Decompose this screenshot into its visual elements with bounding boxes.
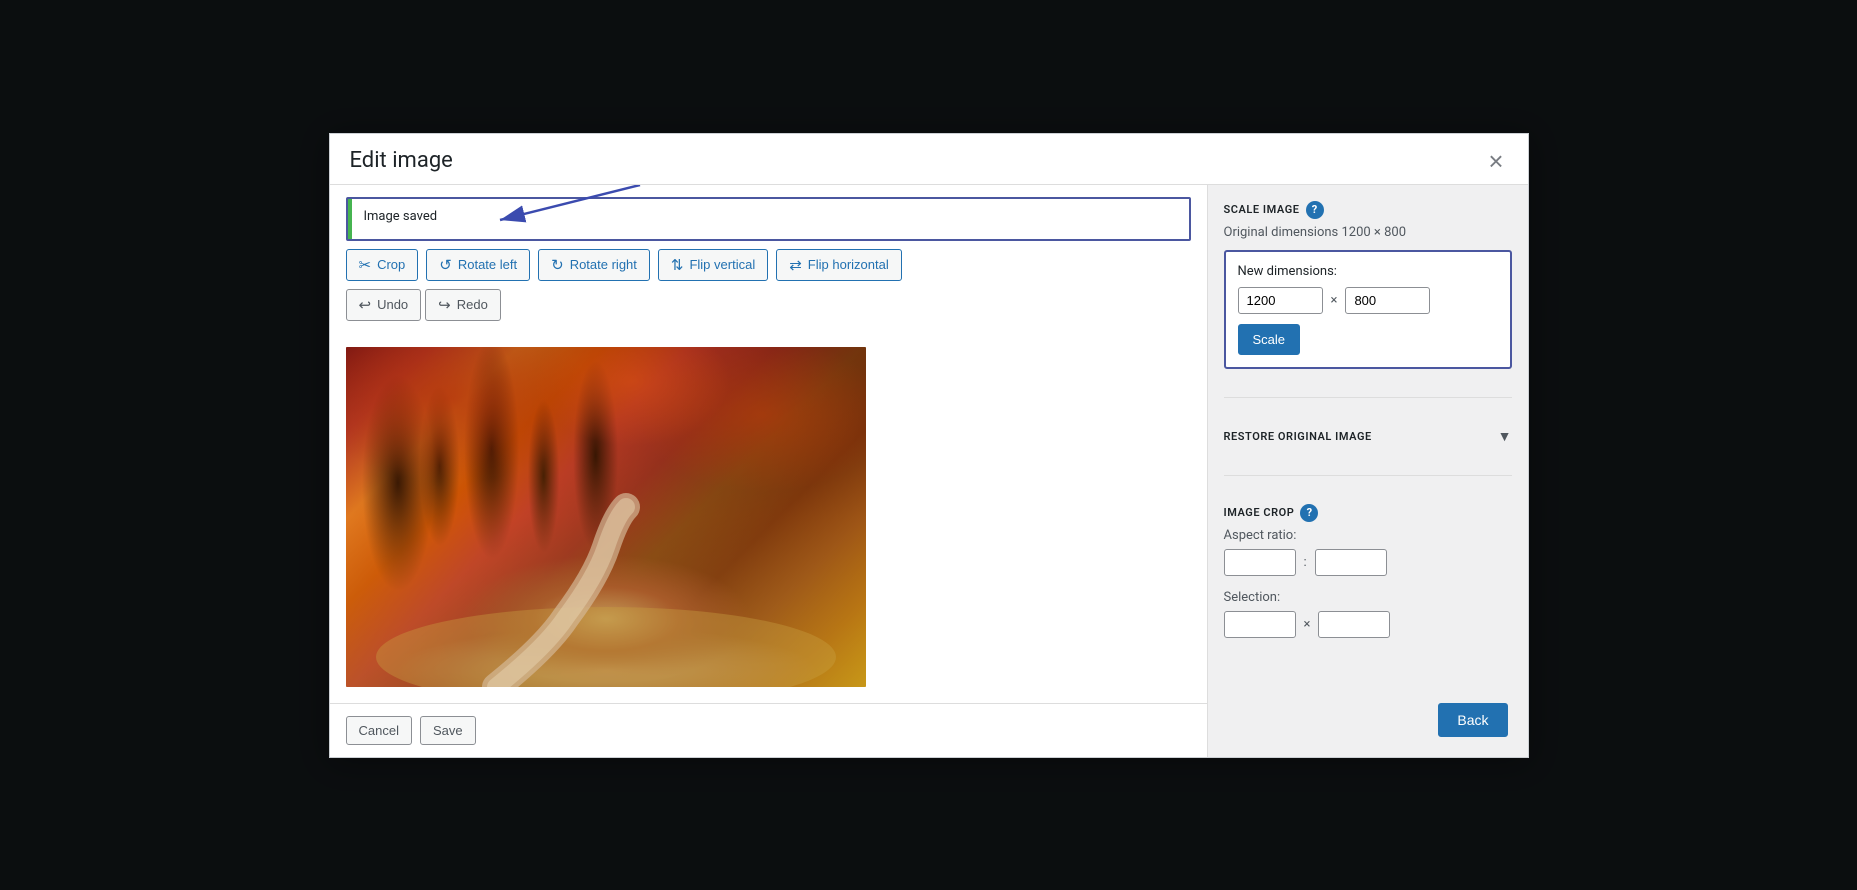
image-crop-header: IMAGE CROP ? — [1224, 504, 1512, 522]
notification-text: Image saved — [352, 199, 1189, 239]
undo-button[interactable]: ↩ Undo — [346, 289, 422, 321]
modal-overlay: Edit image × Image saved — [0, 0, 1857, 890]
image-path-svg — [346, 347, 866, 687]
aspect-ratio-x-input[interactable] — [1224, 549, 1296, 576]
aspect-ratio-row: : — [1224, 549, 1512, 576]
crop-icon: ✂ — [359, 256, 372, 274]
dims-x-separator: × — [1331, 293, 1338, 308]
modal-header: Edit image × — [330, 134, 1528, 185]
edit-image-modal: Edit image × Image saved — [329, 133, 1529, 758]
scale-image-help-icon[interactable]: ? — [1306, 201, 1324, 219]
cancel-button[interactable]: Cancel — [346, 716, 412, 745]
selection-y-input[interactable] — [1318, 611, 1390, 638]
flip-vertical-button[interactable]: ⇅ Flip vertical — [658, 249, 768, 281]
rotate-left-icon: ↺ — [439, 256, 452, 274]
dimensions-row: × — [1238, 287, 1498, 314]
crop-button[interactable]: ✂ Crop — [346, 249, 419, 281]
image-crop-help-icon[interactable]: ? — [1300, 504, 1318, 522]
save-button[interactable]: Save — [420, 716, 476, 745]
image-preview — [346, 347, 866, 687]
modal-body: Image saved ✂ — [330, 185, 1528, 757]
new-dimensions-label: New dimensions: — [1238, 264, 1498, 279]
flip-vertical-icon: ⇅ — [671, 256, 684, 274]
image-crop-title: IMAGE CROP — [1224, 506, 1295, 519]
back-button[interactable]: Back — [1438, 703, 1507, 737]
toolbar: ✂ Crop ↺ Rotate left ↻ Rotate right ⇅ Fl… — [330, 249, 1207, 289]
width-input[interactable] — [1238, 287, 1323, 314]
original-dimensions: Original dimensions 1200 × 800 — [1224, 225, 1512, 240]
scale-box: New dimensions: × Scale — [1224, 250, 1512, 369]
chevron-down-icon: ▼ — [1498, 428, 1512, 445]
divider-2 — [1224, 475, 1512, 476]
restore-title: RESTORE ORIGINAL IMAGE — [1224, 430, 1372, 443]
selection-x-separator: × — [1304, 617, 1311, 632]
height-input[interactable] — [1345, 287, 1430, 314]
redo-icon: ↪ — [438, 296, 451, 314]
undo-redo-bar: ↩ Undo ↪ Redo — [330, 289, 1207, 331]
left-panel: Image saved ✂ — [330, 185, 1208, 757]
restore-section: RESTORE ORIGINAL IMAGE ▼ — [1224, 418, 1512, 455]
scale-image-title: SCALE IMAGE — [1224, 203, 1300, 216]
aspect-ratio-y-input[interactable] — [1315, 549, 1387, 576]
close-button[interactable]: × — [1484, 148, 1507, 174]
selection-row: × — [1224, 611, 1512, 638]
aspect-ratio-label: Aspect ratio: — [1224, 528, 1512, 543]
selection-label: Selection: — [1224, 590, 1512, 605]
scale-button[interactable]: Scale — [1238, 324, 1301, 355]
flip-horizontal-button[interactable]: ⇄ Flip horizontal — [776, 249, 902, 281]
notification-bar: Image saved — [346, 197, 1191, 241]
rotate-right-button[interactable]: ↻ Rotate right — [538, 249, 650, 281]
back-button-container: Back — [1438, 703, 1507, 737]
modal-footer: Cancel Save — [330, 703, 1207, 757]
image-crop-section: IMAGE CROP ? Aspect ratio: : Selection: … — [1224, 496, 1512, 652]
selection-x-input[interactable] — [1224, 611, 1296, 638]
right-panel: SCALE IMAGE ? Original dimensions 1200 ×… — [1208, 185, 1528, 757]
redo-button[interactable]: ↪ Redo — [425, 289, 501, 321]
divider-1 — [1224, 397, 1512, 398]
rotate-right-icon: ↻ — [551, 256, 564, 274]
rotate-left-button[interactable]: ↺ Rotate left — [426, 249, 530, 281]
scale-image-section: SCALE IMAGE ? Original dimensions 1200 ×… — [1224, 201, 1512, 377]
flip-horizontal-icon: ⇄ — [789, 256, 802, 274]
ratio-colon: : — [1304, 555, 1307, 570]
image-canvas — [330, 331, 1207, 703]
scale-image-header: SCALE IMAGE ? — [1224, 201, 1512, 219]
restore-row[interactable]: RESTORE ORIGINAL IMAGE ▼ — [1224, 418, 1512, 455]
modal-title: Edit image — [350, 148, 453, 173]
undo-icon: ↩ — [359, 296, 372, 314]
